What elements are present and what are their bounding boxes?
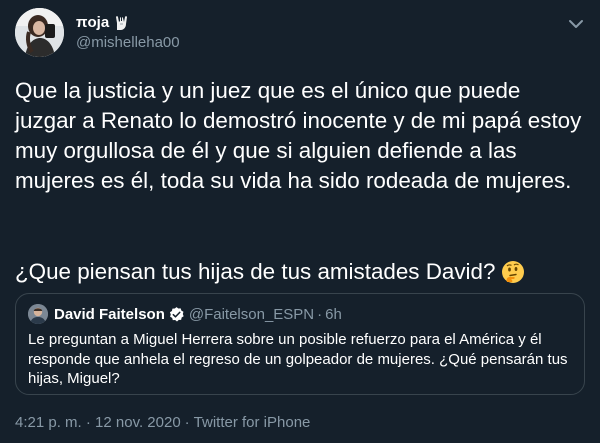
quoted-display-name: David Faitelson	[54, 305, 165, 323]
tweet-question-line: ¿Que piensan tus hijas de tus amistades …	[15, 257, 585, 287]
tweet-meta: 4:21 p. m. · 12 nov. 2020 · Twitter for iP…	[15, 413, 310, 432]
quoted-time: 6h	[325, 305, 342, 323]
verified-badge-icon	[169, 306, 184, 321]
author-block: πoja @mishelleha00	[76, 13, 180, 52]
thinking-face-icon	[502, 261, 525, 283]
tweet-timestamp[interactable]: 4:21 p. m. · 12 nov. 2020	[15, 414, 181, 431]
quoted-tweet-text: Le preguntan a Miguel Herrera sobre un p…	[28, 331, 568, 387]
display-name[interactable]: πoja	[76, 13, 109, 32]
tweet-text: Que la justicia y un juez que es el únic…	[15, 78, 582, 193]
quoted-avatar-photo-icon	[28, 304, 48, 324]
quoted-separator: ·	[317, 305, 323, 323]
quoted-tweet-header: David Faitelson @Faitelson_ESPN · 6h	[28, 304, 342, 324]
avatar[interactable]	[15, 8, 64, 57]
rock-hand-icon	[116, 15, 128, 30]
quoted-tweet[interactable]: David Faitelson @Faitelson_ESPN · 6h Le …	[15, 293, 585, 395]
display-name-row[interactable]: πoja	[76, 13, 180, 32]
tweet-source[interactable]: Twitter for iPhone	[194, 414, 311, 431]
chevron-down-icon[interactable]	[566, 14, 586, 34]
quoted-handle: @Faitelson_ESPN	[188, 305, 315, 323]
author-handle[interactable]: @mishelleha00	[76, 33, 180, 52]
avatar-photo-icon	[15, 8, 64, 57]
quoted-avatar	[28, 304, 48, 324]
meta-separator: ·	[184, 414, 190, 431]
tweet-question: ¿Que piensan tus hijas de tus amistades …	[15, 259, 496, 284]
tweet-card: πoja @mishelleha00 Que la justicia y un …	[0, 0, 600, 443]
